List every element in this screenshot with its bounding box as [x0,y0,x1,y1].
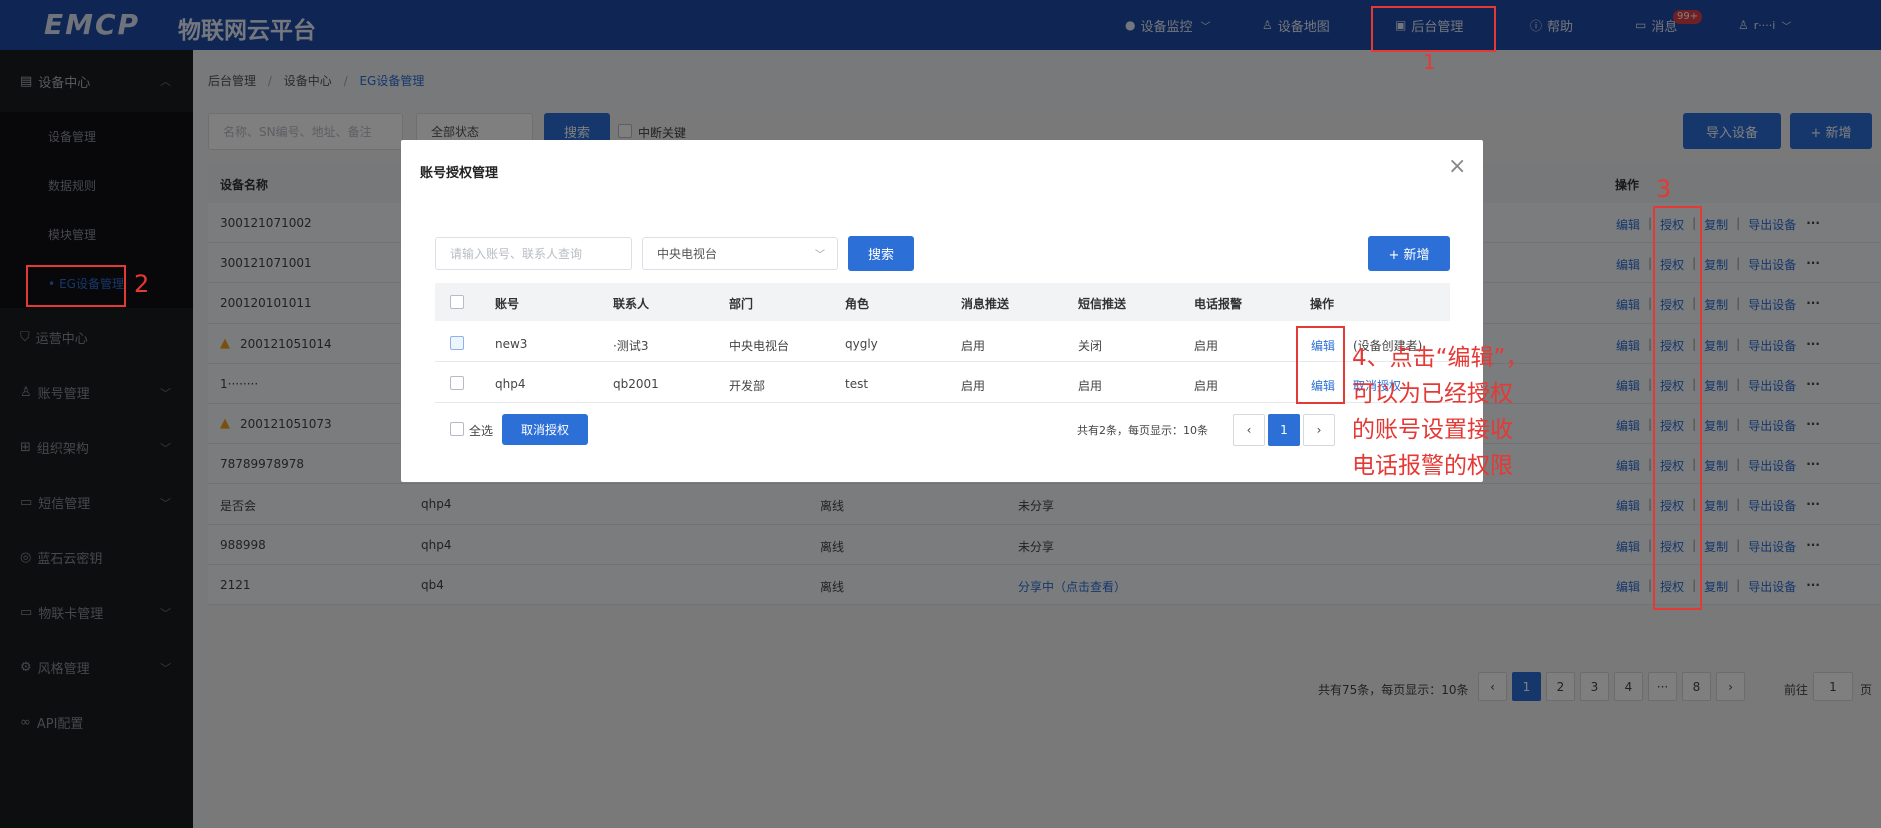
annotation-box-admin [1371,6,1496,52]
cell-role: test [845,377,869,391]
cell-phone: 启用 [1194,339,1219,353]
modal-table-header [435,283,1450,321]
col-phone-alarm: 电话报警 [1194,297,1243,311]
modal-pager-next[interactable]: › [1303,414,1335,446]
col-dept: 部门 [729,297,754,311]
cell-contact: ·测试3 [613,339,649,353]
annotation-number-1: 1 [1423,50,1436,74]
col-role: 角色 [845,297,870,311]
cell-msg: 启用 [961,379,986,393]
cell-msg: 启用 [961,339,986,353]
cell-account: new3 [495,337,528,351]
cancel-auth-button[interactable]: 取消授权 [502,414,588,445]
cell-dept: 开发部 [729,379,766,393]
modal-title: 账号授权管理 [420,166,499,181]
select-all-label: 全选 [469,424,494,438]
account-search-input[interactable]: 请输入账号、联系人查询 [435,237,632,270]
annotation-note: 4、点击“编辑”， 可以为已经授权 的账号设置接收 电话报警的权限 [1352,340,1528,484]
modal-add-button[interactable]: + 新增 [1368,236,1450,271]
annotation-line: 可以为已经授权 [1352,381,1513,407]
cell-dept: 中央电视台 [729,339,790,353]
modal-pager-prev[interactable]: ‹ [1233,414,1265,446]
annotation-number-3: 3 [1656,175,1672,203]
cell-role: qygly [845,337,878,351]
cell-sms: 关闭 [1078,339,1103,353]
cell-sms: 启用 [1078,379,1103,393]
dept-select-value: 中央电视台 [657,247,718,261]
cell-account: qhp4 [495,377,526,391]
dept-select[interactable]: 中央电视台 ﹀ [642,237,838,270]
row-checkbox[interactable] [450,376,464,390]
auth-modal: 账号授权管理 × 请输入账号、联系人查询 中央电视台 ﹀ 搜索 + 新增 账号 … [401,140,1483,482]
cell-phone: 启用 [1194,379,1219,393]
col-msg-push: 消息推送 [961,297,1010,311]
row-checkbox[interactable] [450,336,464,350]
col-sms-push: 短信推送 [1078,297,1127,311]
header-checkbox[interactable] [450,295,464,309]
annotation-line: 的账号设置接收 [1352,417,1513,443]
modal-search-button[interactable]: 搜索 [848,236,914,271]
annotation-box-edit [1296,326,1345,404]
col-account: 账号 [495,297,520,311]
col-contact: 联系人 [613,297,650,311]
annotation-number-2: 2 [134,270,150,298]
annotation-line: 4、点击“编辑”， [1352,345,1529,371]
cell-contact: qb2001 [613,377,659,391]
select-all-checkbox[interactable] [450,422,464,436]
chevron-down-icon: ﹀ [815,250,825,261]
annotation-line: 电话报警的权限 [1352,453,1513,479]
annotation-box-auth-column [1653,206,1702,610]
modal-pager-summary: 共有2条，每页显示：10条 [1077,424,1208,437]
col-modal-ops: 操作 [1310,297,1335,311]
close-icon[interactable]: × [1448,154,1466,179]
annotation-box-eg-device [26,265,126,307]
modal-pager-page[interactable]: 1 [1268,414,1300,446]
